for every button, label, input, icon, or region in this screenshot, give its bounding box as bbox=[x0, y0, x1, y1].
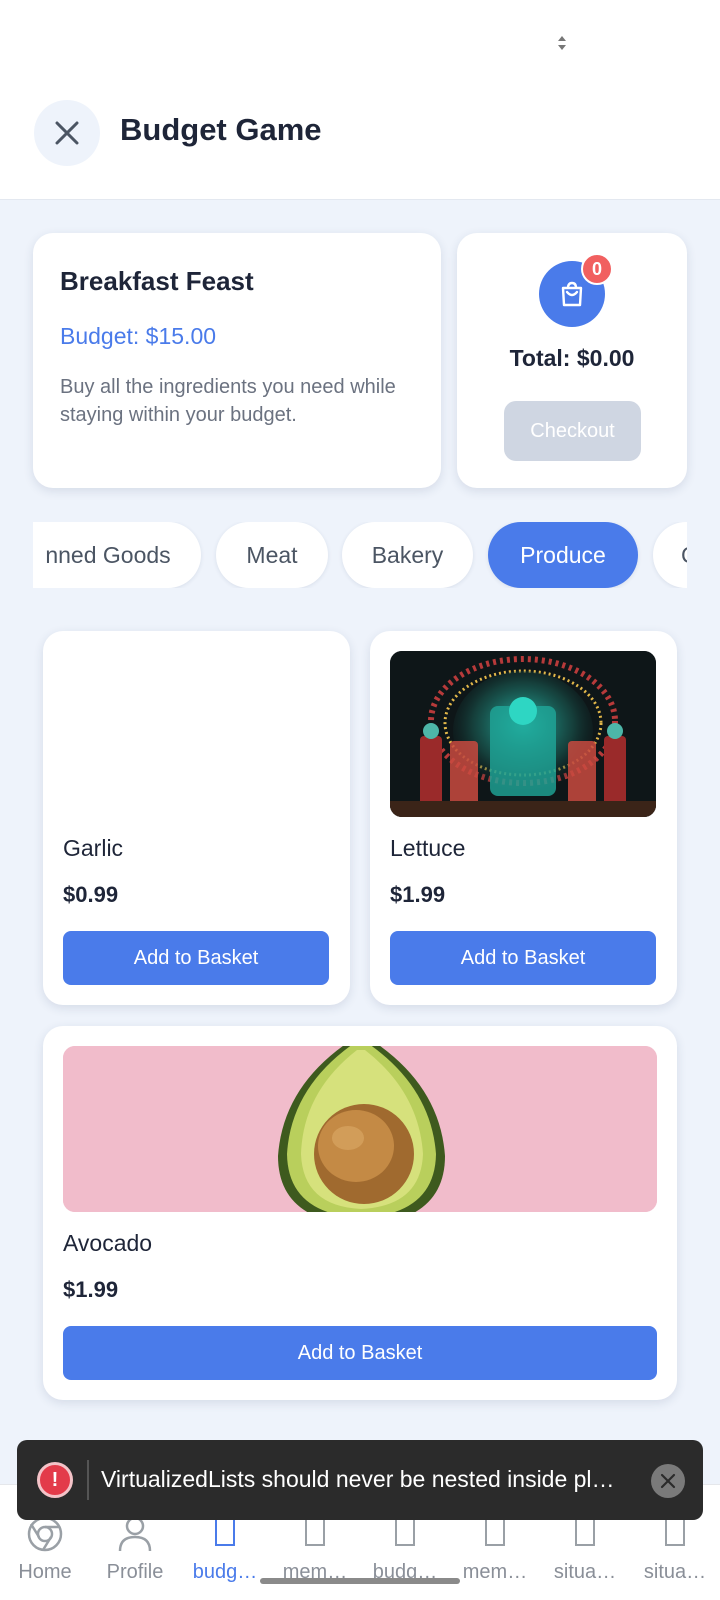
warning-toast[interactable]: ! VirtualizedLists should never be neste… bbox=[17, 1440, 703, 1520]
category-chip-next[interactable]: C bbox=[653, 522, 687, 588]
error-icon: ! bbox=[37, 1462, 73, 1498]
category-label: Bakery bbox=[371, 541, 444, 568]
category-tabs[interactable]: nned Goods Meat Bakery Produce C bbox=[33, 522, 687, 588]
shopping-bag-icon bbox=[561, 281, 583, 307]
cart-card: 0 Total: $0.00 Checkout bbox=[457, 233, 687, 488]
tab-label: Home bbox=[18, 1561, 72, 1583]
close-icon bbox=[55, 121, 79, 145]
placeholder-icon bbox=[630, 1515, 720, 1555]
page-title: Budget Game bbox=[120, 112, 322, 147]
tab-label: situa… bbox=[553, 1561, 617, 1583]
product-card-avocado: Avocado $1.99 Add to Basket bbox=[43, 1026, 677, 1400]
toast-message: VirtualizedLists should never be nested … bbox=[101, 1466, 615, 1492]
cart-total: Total: $0.00 bbox=[509, 345, 635, 371]
placeholder-icon bbox=[180, 1515, 270, 1555]
product-name: Garlic bbox=[63, 835, 124, 861]
category-chip-meat[interactable]: Meat bbox=[216, 522, 328, 588]
add-to-basket-button[interactable]: Add to Basket bbox=[63, 931, 329, 985]
close-button[interactable] bbox=[34, 100, 100, 166]
product-price: $1.99 bbox=[390, 882, 446, 907]
sort-arrows-icon bbox=[558, 36, 566, 50]
challenge-budget: Budget: $15.00 bbox=[60, 323, 217, 349]
category-label: nned Goods bbox=[45, 541, 171, 568]
product-image bbox=[390, 651, 656, 817]
challenge-card: Breakfast Feast Budget: $15.00 Buy all t… bbox=[33, 233, 441, 488]
avocado-image bbox=[63, 1046, 657, 1212]
tab-label: Profile bbox=[106, 1561, 164, 1583]
tab-label: budg… bbox=[192, 1561, 258, 1583]
chrome-icon bbox=[0, 1515, 90, 1555]
toast-divider bbox=[87, 1460, 89, 1500]
product-price: $1.99 bbox=[63, 1277, 119, 1302]
app-header: Budget Game bbox=[0, 96, 720, 200]
product-name: Lettuce bbox=[390, 835, 466, 861]
placeholder-icon bbox=[270, 1515, 360, 1555]
category-label: Meat bbox=[246, 541, 298, 568]
close-icon bbox=[660, 1473, 676, 1489]
category-label: C bbox=[681, 542, 687, 569]
placeholder-icon bbox=[450, 1515, 540, 1555]
product-card-lettuce: Lettuce $1.99 Add to Basket bbox=[370, 631, 677, 1005]
product-name: Avocado bbox=[63, 1230, 153, 1256]
placeholder-icon bbox=[540, 1515, 630, 1555]
product-card-garlic: Garlic $0.99 Add to Basket bbox=[43, 631, 350, 1005]
tab-label: mem… bbox=[462, 1561, 528, 1583]
status-bar bbox=[0, 0, 720, 96]
category-chip-canned-goods[interactable]: nned Goods bbox=[33, 522, 201, 588]
challenge-description: Buy all the ingredients you need while s… bbox=[60, 376, 396, 426]
category-chip-bakery[interactable]: Bakery bbox=[342, 522, 473, 588]
placeholder-icon bbox=[360, 1515, 450, 1555]
add-to-basket-button[interactable]: Add to Basket bbox=[63, 1326, 657, 1380]
category-chip-produce[interactable]: Produce bbox=[488, 522, 638, 588]
challenge-title: Breakfast Feast bbox=[60, 266, 254, 296]
tab-label: situa… bbox=[643, 1561, 707, 1583]
toast-close-button[interactable] bbox=[651, 1464, 685, 1498]
checkout-button[interactable]: Checkout bbox=[504, 401, 641, 461]
home-indicator bbox=[260, 1578, 460, 1584]
product-image bbox=[63, 1046, 657, 1212]
cart-count-badge: 0 bbox=[581, 253, 613, 285]
add-to-basket-button[interactable]: Add to Basket bbox=[390, 931, 656, 985]
festival-image bbox=[390, 651, 656, 817]
category-label: Produce bbox=[520, 541, 606, 568]
person-icon bbox=[90, 1515, 180, 1555]
product-price: $0.99 bbox=[63, 882, 119, 907]
